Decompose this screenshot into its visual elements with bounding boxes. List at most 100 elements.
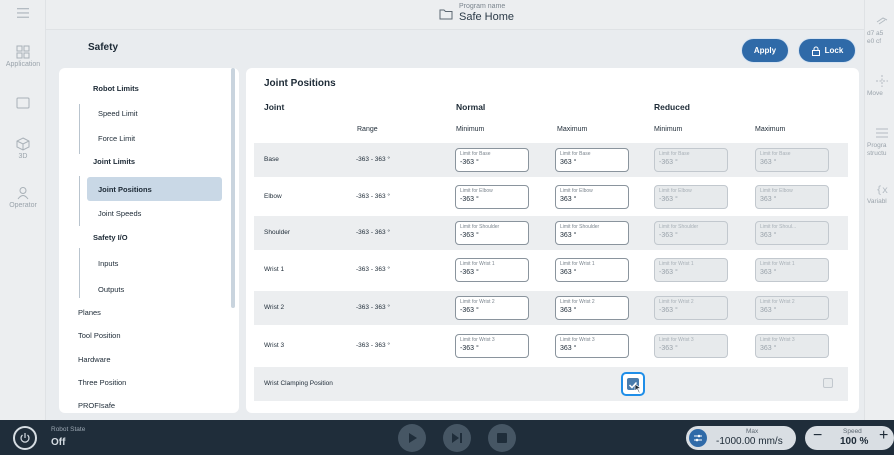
joint-row: Wrist 1 -363 - 363 ° Limit for Wrist 1 -363… bbox=[254, 253, 848, 287]
right-rail: d7 a5 e0 cf Move Progra structu {x} Vari… bbox=[864, 0, 894, 420]
field-label: Limit for Wrist 2 bbox=[460, 299, 495, 305]
folder-icon bbox=[439, 9, 453, 19]
field-value: 363 ° bbox=[760, 307, 777, 314]
normal-maximum-field[interactable]: Limit for Wrist 2 363 ° bbox=[555, 296, 629, 320]
reduced-minimum-field[interactable]: Limit for Wrist 2 -363 ° bbox=[654, 296, 728, 320]
joint-name: Elbow bbox=[264, 193, 282, 200]
nav-item-three-position[interactable]: Three Position bbox=[78, 378, 126, 387]
joint-name: Wrist 3 bbox=[264, 342, 285, 349]
nav-item-force-limit[interactable]: Force Limit bbox=[98, 134, 135, 143]
joint-name: Shoulder bbox=[264, 229, 291, 236]
reduced-maximum-field[interactable]: Limit for Wrist 1 363 ° bbox=[755, 258, 829, 282]
normal-maximum-field[interactable]: Limit for Wrist 3 363 ° bbox=[555, 334, 629, 358]
stop-icon bbox=[497, 433, 507, 443]
normal-minimum-field[interactable]: Limit for Base -363 ° bbox=[455, 148, 529, 172]
subheader-normal-minimum: Minimum bbox=[456, 126, 485, 133]
reduced-minimum-field[interactable]: Limit for Wrist 1 -363 ° bbox=[654, 258, 728, 282]
field-label: Limit for Elbow bbox=[659, 188, 692, 194]
reduced-minimum-field[interactable]: Limit for Wrist 3 -363 ° bbox=[654, 334, 728, 358]
normal-maximum-field[interactable]: Limit for Elbow 363 ° bbox=[555, 185, 629, 209]
reduced-minimum-field[interactable]: Limit for Elbow -363 ° bbox=[654, 185, 728, 209]
nav-item-hardware[interactable]: Hardware bbox=[78, 355, 111, 364]
page-title: Safety bbox=[88, 42, 119, 53]
column-header-normal: Normal bbox=[456, 102, 486, 112]
list-icon bbox=[876, 128, 888, 138]
nav-item-planes[interactable]: Planes bbox=[78, 308, 101, 317]
reduced-minimum-field[interactable]: Limit for Base -363 ° bbox=[654, 148, 728, 172]
normal-minimum-field[interactable]: Limit for Wrist 1 -363 ° bbox=[455, 258, 529, 282]
field-label: Limit for Elbow bbox=[560, 188, 593, 194]
normal-minimum-field[interactable]: Limit for Elbow -363 ° bbox=[455, 185, 529, 209]
stop-button[interactable] bbox=[488, 424, 516, 452]
reduced-maximum-field[interactable]: Limit for Wrist 2 363 ° bbox=[755, 296, 829, 320]
speed-increase-button[interactable]: + bbox=[879, 427, 888, 445]
rail-item-operator[interactable]: Operator bbox=[0, 186, 46, 209]
nav-item-joint-speeds[interactable]: Joint Speeds bbox=[98, 209, 141, 218]
field-label: Limit for Shoul... bbox=[760, 224, 797, 230]
sliders-icon bbox=[694, 434, 702, 442]
normal-maximum-field[interactable]: Limit for Base 363 ° bbox=[555, 148, 629, 172]
wrist-clamping-reduced-checkbox[interactable] bbox=[823, 378, 833, 388]
play-icon bbox=[409, 433, 417, 443]
program-name-area[interactable]: Program name Safe Home bbox=[439, 3, 514, 24]
rrail-item-structure[interactable]: Progra structu bbox=[867, 126, 894, 158]
nav-scrollbar[interactable] bbox=[231, 68, 235, 308]
speed-mode-button[interactable] bbox=[689, 429, 707, 447]
nav-item-profisafe[interactable]: PROFIsafe bbox=[78, 401, 115, 410]
column-header-joint: Joint bbox=[264, 102, 285, 112]
wrist-clamping-normal-checkbox[interactable] bbox=[621, 372, 645, 396]
lock-button[interactable]: Lock bbox=[798, 38, 856, 63]
menu-icon[interactable] bbox=[16, 7, 30, 19]
normal-maximum-field[interactable]: Limit for Shoulder 363 ° bbox=[555, 221, 629, 245]
reduced-maximum-field[interactable]: Limit for Shoul... 363 ° bbox=[755, 221, 829, 245]
normal-minimum-field[interactable]: Limit for Shoulder -363 ° bbox=[455, 221, 529, 245]
speed-value: 100 % bbox=[840, 436, 869, 447]
nav-item-outputs[interactable]: Outputs bbox=[98, 285, 124, 294]
reduced-maximum-field[interactable]: Limit for Base 363 ° bbox=[755, 148, 829, 172]
reduced-minimum-field[interactable]: Limit for Shoulder -363 ° bbox=[654, 221, 728, 245]
normal-minimum-field[interactable]: Limit for Wrist 3 -363 ° bbox=[455, 334, 529, 358]
field-label: Limit for Base bbox=[659, 151, 690, 157]
nav-item-tool-position[interactable]: Tool Position bbox=[78, 331, 121, 340]
speed-decrease-button[interactable]: − bbox=[813, 427, 822, 445]
rail-item-3d[interactable]: 3D bbox=[0, 137, 46, 160]
field-value: -363 ° bbox=[460, 196, 479, 203]
wrist-clamping-label: Wrist Clamping Position bbox=[264, 380, 333, 387]
field-value: 363 ° bbox=[760, 345, 777, 352]
page-header: Safety Apply Lock bbox=[46, 30, 864, 66]
field-label: Limit for Wrist 1 bbox=[760, 261, 795, 267]
normal-minimum-field[interactable]: Limit for Wrist 2 -363 ° bbox=[455, 296, 529, 320]
cube-icon bbox=[16, 137, 30, 151]
cursor-icon bbox=[634, 383, 642, 394]
nav-item-inputs[interactable]: Inputs bbox=[98, 259, 118, 268]
reduced-maximum-field[interactable]: Limit for Elbow 363 ° bbox=[755, 185, 829, 209]
max-speed-indicator[interactable]: Max -1000.00 mm/s bbox=[686, 426, 796, 450]
nav-item-robot-limits[interactable]: Robot Limits bbox=[93, 84, 139, 93]
nav-item-joint-positions[interactable]: Joint Positions bbox=[98, 185, 152, 194]
field-label: Limit for Wrist 2 bbox=[760, 299, 795, 305]
subheader-reduced-maximum: Maximum bbox=[755, 126, 786, 133]
rrail-item-variables[interactable]: {x} Variabl bbox=[867, 182, 894, 206]
rrail-item-hand[interactable]: d7 a5 e0 cf bbox=[867, 14, 894, 46]
rail-item-window[interactable] bbox=[0, 96, 46, 112]
rrail-item-move[interactable]: Move bbox=[867, 74, 894, 98]
normal-maximum-field[interactable]: Limit for Wrist 1 363 ° bbox=[555, 258, 629, 282]
reduced-maximum-field[interactable]: Limit for Wrist 3 363 ° bbox=[755, 334, 829, 358]
field-label: Limit for Wrist 3 bbox=[560, 337, 595, 343]
field-label: Limit for Shoulder bbox=[560, 224, 600, 230]
field-label: Limit for Wrist 3 bbox=[460, 337, 495, 343]
apply-button[interactable]: Apply bbox=[741, 38, 789, 63]
joint-range: -363 - 363 ° bbox=[356, 229, 391, 236]
nav-item-joint-limits[interactable]: Joint Limits bbox=[93, 157, 135, 166]
nav-item-speed-limit[interactable]: Speed Limit bbox=[98, 109, 138, 118]
rail-item-application[interactable]: Application bbox=[0, 45, 46, 68]
play-button[interactable] bbox=[398, 424, 426, 452]
power-button[interactable] bbox=[13, 426, 37, 450]
field-value: 363 ° bbox=[760, 159, 777, 166]
hand-icon bbox=[876, 17, 888, 25]
grid-icon bbox=[16, 45, 30, 59]
joint-name: Wrist 2 bbox=[264, 304, 285, 311]
step-button[interactable] bbox=[443, 424, 471, 452]
nav-item-safety-io[interactable]: Safety I/O bbox=[93, 233, 128, 242]
field-label: Limit for Wrist 3 bbox=[760, 337, 795, 343]
